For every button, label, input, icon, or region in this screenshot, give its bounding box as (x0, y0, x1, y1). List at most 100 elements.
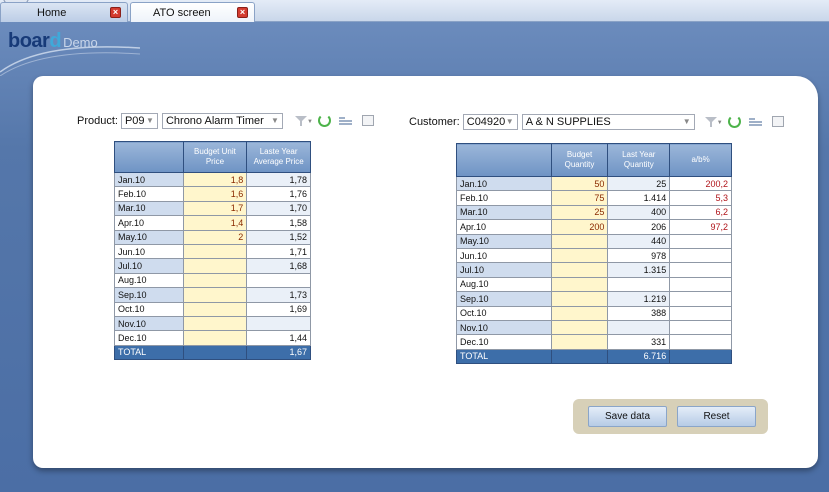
tab-bar: Home × ATO screen × (0, 0, 829, 22)
budget-quantity-cell[interactable] (550, 247, 609, 264)
customer-quantity-table: Budget Quantity Last Year Quantity a/b% … (456, 143, 732, 365)
table-row: Apr.10 200 206 97,2 (456, 219, 732, 235)
budget-unit-price-cell[interactable] (182, 272, 248, 289)
budget-quantity-cell[interactable] (550, 305, 609, 321)
budget-unit-price-cell[interactable] (182, 287, 248, 303)
ab-percent-cell: 97,2 (669, 219, 732, 235)
save-data-button[interactable]: Save data (588, 406, 667, 427)
budget-quantity-cell[interactable] (550, 276, 609, 293)
table-row: Dec.10 1,44 (114, 330, 311, 346)
month-cell: Jul.10 (456, 262, 552, 278)
last-year-price-cell: 1,70 (246, 200, 311, 217)
product-price-table: Budget Unit Price Laste Year Average Pri… (114, 141, 311, 361)
budget-unit-price-cell[interactable] (182, 330, 248, 346)
last-year-price-cell: 1,78 (246, 171, 311, 188)
product-filter: Product: P09 ▼ Chrono Alarm Timer ▼ ▼ (77, 113, 377, 129)
month-cell: Feb.10 (456, 190, 552, 206)
product-code-select[interactable]: P09 ▼ (120, 113, 158, 129)
ab-percent-cell: 200,2 (669, 175, 732, 192)
last-year-price-cell: 1,58 (246, 215, 311, 231)
customer-name-select[interactable]: A & N SUPPLIES ▼ (521, 114, 695, 130)
month-cell: Jun.10 (456, 247, 552, 264)
refresh-icon[interactable] (727, 115, 743, 129)
filter-icon[interactable]: ▼ (294, 114, 313, 128)
budget-quantity-cell[interactable] (550, 291, 609, 307)
close-icon[interactable]: × (237, 7, 248, 18)
budget-quantity-cell[interactable]: 25 (550, 204, 609, 221)
table-row: Jan.10 50 25 200,2 (456, 175, 732, 192)
budget-quantity-cell[interactable] (550, 319, 609, 336)
ab-percent-cell (669, 319, 732, 336)
edit-icon[interactable] (361, 114, 377, 128)
table-row: Aug.10 (456, 276, 732, 293)
last-year-price-cell: 1,69 (246, 301, 311, 317)
total-pct (669, 348, 732, 365)
month-cell: Aug.10 (114, 272, 184, 289)
total-budget (182, 344, 248, 361)
budget-unit-price-cell[interactable] (182, 315, 248, 332)
total-last: 6.716 (607, 348, 671, 365)
column-header-budget-quantity: Budget Quantity (550, 143, 609, 177)
chevron-down-icon: ▼ (682, 117, 691, 126)
ab-percent-cell (669, 262, 732, 278)
table-row: Oct.10 388 (456, 305, 732, 321)
main-panel: Product: P09 ▼ Chrono Alarm Timer ▼ ▼ Cu… (33, 76, 818, 468)
close-icon[interactable]: × (110, 7, 121, 18)
month-cell: Jan.10 (114, 171, 184, 188)
refresh-icon[interactable] (317, 114, 333, 128)
budget-quantity-cell[interactable]: 50 (550, 175, 609, 192)
last-year-price-cell (246, 272, 311, 289)
budget-unit-price-cell[interactable]: 2 (182, 229, 248, 245)
customer-code-select[interactable]: C04920 ▼ (462, 114, 518, 130)
budget-unit-price-cell[interactable]: 1,8 (182, 171, 248, 188)
column-header-ab-percent: a/b% (669, 143, 732, 177)
ab-percent-cell (669, 233, 732, 249)
budget-unit-price-cell[interactable]: 1,6 (182, 186, 248, 202)
budget-quantity-cell[interactable]: 200 (550, 219, 609, 235)
budget-unit-price-cell[interactable] (182, 258, 248, 274)
tab-label: Home (37, 6, 67, 19)
last-year-price-cell: 1,44 (246, 330, 311, 346)
budget-unit-price-cell[interactable]: 1,4 (182, 215, 248, 231)
table-row: Mar.10 1,7 1,70 (114, 200, 311, 217)
budget-quantity-cell[interactable] (550, 262, 609, 278)
slice-icon[interactable] (748, 115, 765, 129)
table-total-row: TOTAL 1,67 (114, 344, 311, 361)
budget-unit-price-cell[interactable] (182, 301, 248, 317)
budget-quantity-cell[interactable] (550, 233, 609, 249)
budget-quantity-cell[interactable]: 75 (550, 190, 609, 206)
month-cell: Aug.10 (456, 276, 552, 293)
table-row: Aug.10 (114, 272, 311, 289)
ab-percent-cell (669, 276, 732, 293)
product-name-select[interactable]: Chrono Alarm Timer ▼ (161, 113, 283, 129)
table-row: May.10 440 (456, 233, 732, 249)
month-cell: Feb.10 (114, 186, 184, 202)
tab-home[interactable]: Home × (0, 2, 128, 22)
budget-unit-price-cell[interactable]: 1,7 (182, 200, 248, 217)
product-label: Product: (77, 115, 118, 127)
reset-button[interactable]: Reset (677, 406, 756, 427)
slice-icon[interactable] (338, 114, 355, 128)
month-cell: Oct.10 (456, 305, 552, 321)
month-cell: Nov.10 (456, 319, 552, 336)
table-row: Apr.10 1,4 1,58 (114, 215, 311, 231)
last-year-price-cell: 1,52 (246, 229, 311, 245)
month-cell: May.10 (114, 229, 184, 245)
filter-icon[interactable]: ▼ (704, 115, 723, 129)
table-row: Feb.10 1,6 1,76 (114, 186, 311, 202)
table-header-row: Budget Unit Price Laste Year Average Pri… (114, 141, 311, 173)
last-year-quantity-cell: 206 (607, 219, 671, 235)
tab-ato-screen[interactable]: ATO screen × (130, 2, 255, 22)
ab-percent-cell: 5,3 (669, 190, 732, 206)
budget-unit-price-cell[interactable] (182, 243, 248, 260)
budget-quantity-cell[interactable] (550, 334, 609, 350)
ab-percent-cell: 6,2 (669, 204, 732, 221)
last-year-price-cell: 1,68 (246, 258, 311, 274)
last-year-quantity-cell: 440 (607, 233, 671, 249)
table-row: Nov.10 (456, 319, 732, 336)
edit-icon[interactable] (771, 115, 787, 129)
table-row: Oct.10 1,69 (114, 301, 311, 317)
ab-percent-cell (669, 305, 732, 321)
table-row: Jan.10 1,8 1,78 (114, 171, 311, 188)
month-cell: Dec.10 (456, 334, 552, 350)
